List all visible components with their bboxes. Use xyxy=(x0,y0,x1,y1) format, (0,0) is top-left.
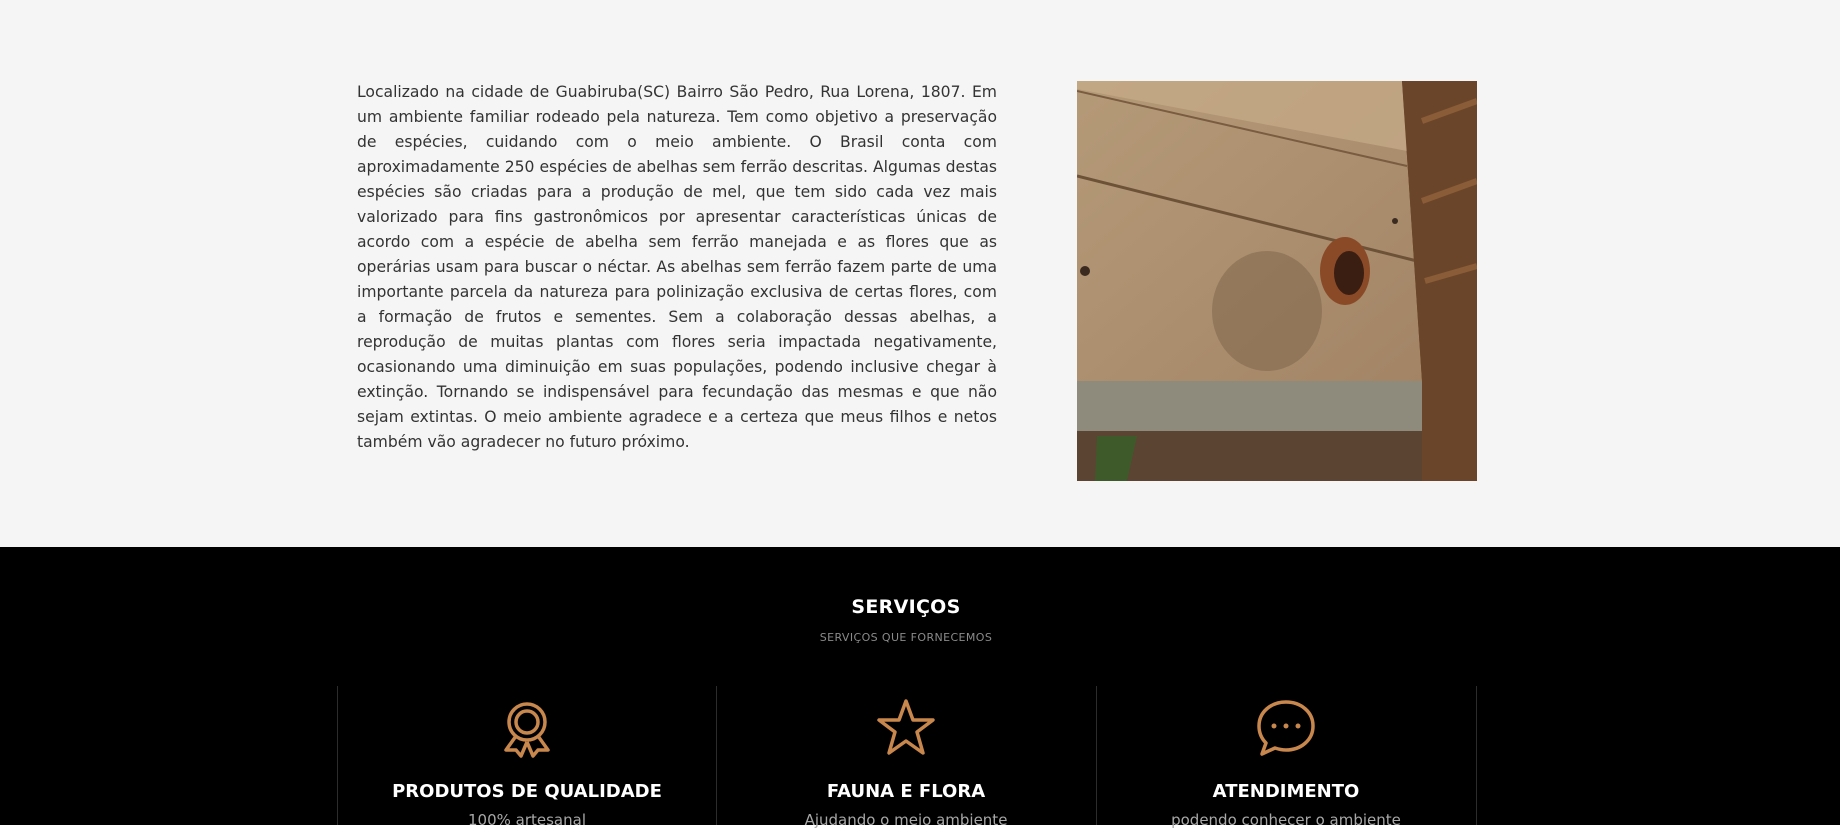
service-card-atendimento: ATENDIMENTO podendo conhecer o ambiente xyxy=(1096,686,1476,829)
card-description: podendo conhecer o ambiente xyxy=(1171,811,1401,829)
card-description: 100% artesanal xyxy=(468,811,586,829)
award-ribbon-icon xyxy=(497,698,557,758)
services-title: SERVIÇOS xyxy=(851,596,961,618)
card-title: PRODUTOS DE QUALIDADE xyxy=(392,781,662,802)
about-text: Localizado na cidade de Guabiruba(SC) Ba… xyxy=(357,83,997,451)
about-section: Localizado na cidade de Guabiruba(SC) Ba… xyxy=(0,0,1840,547)
star-icon xyxy=(876,698,936,758)
card-title: FAUNA E FLORA xyxy=(826,781,986,802)
card-title: ATENDIMENTO xyxy=(1212,781,1360,802)
beehive-photo xyxy=(1077,81,1477,481)
services-subtitle: SERVIÇOS QUE FORNECEMOS xyxy=(819,631,993,644)
card-description: Ajudando o meio ambiente xyxy=(804,811,1008,829)
service-card-fauna-flora: FAUNA E FLORA Ajudando o meio ambiente xyxy=(716,686,1096,829)
chat-bubble-icon xyxy=(1256,698,1316,758)
services-section: SERVIÇOS SERVIÇOS QUE FORNECEMOS PRODUTO… xyxy=(0,547,1840,829)
service-card-quality: PRODUTOS DE QUALIDADE 100% artesanal xyxy=(337,686,717,829)
card-divider xyxy=(1476,686,1477,825)
